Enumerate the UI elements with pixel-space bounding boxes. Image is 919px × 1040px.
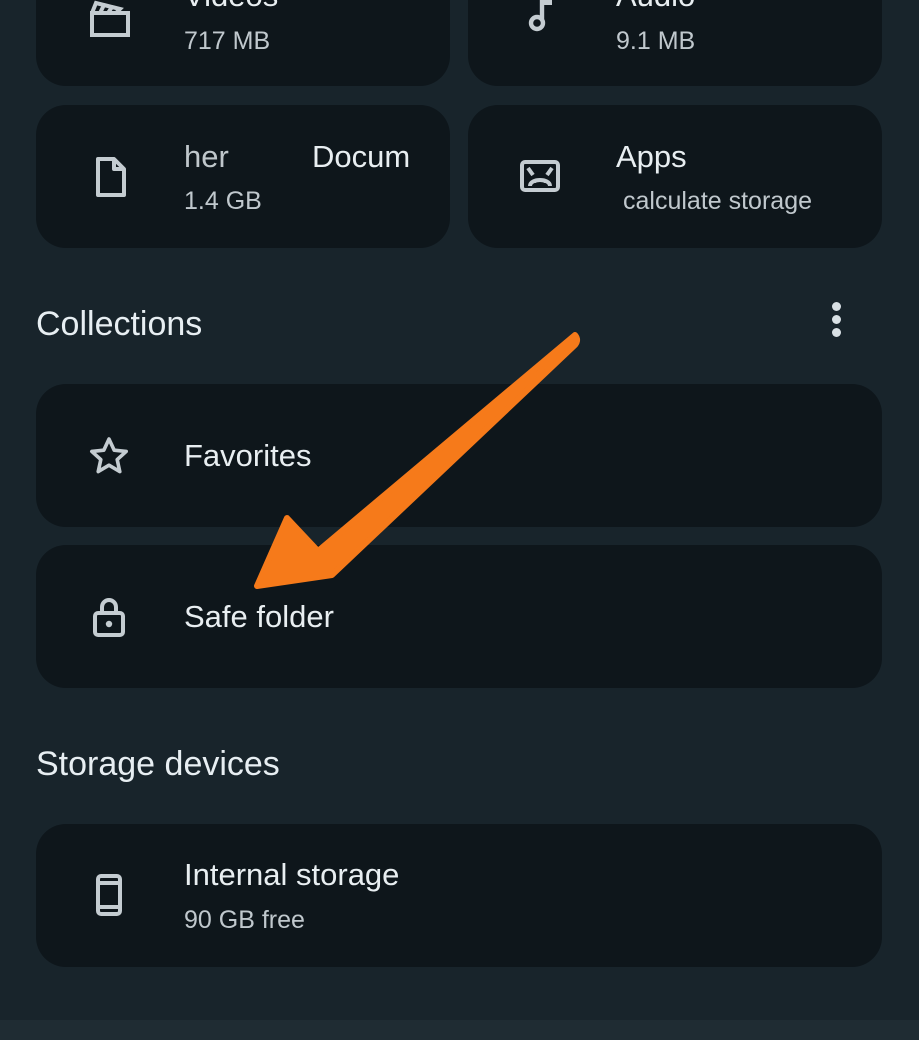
collection-item-favorites[interactable]: Favorites bbox=[36, 384, 882, 527]
collection-label: Safe folder bbox=[184, 599, 334, 634]
menu-dot bbox=[832, 328, 841, 337]
storage-devices-title: Storage devices bbox=[36, 745, 280, 783]
document-icon bbox=[86, 153, 134, 201]
menu-dot bbox=[832, 302, 841, 311]
category-label: Videos bbox=[184, 0, 278, 14]
category-card-documents[interactable]: her Docum 1.4 GB bbox=[36, 105, 450, 248]
storage-item-internal[interactable]: Internal storage 90 GB free bbox=[36, 824, 882, 967]
collections-title: Collections bbox=[36, 305, 203, 343]
collection-item-safe-folder[interactable]: Safe folder bbox=[36, 545, 882, 688]
phone-icon bbox=[85, 871, 133, 919]
music-note-icon bbox=[518, 0, 566, 40]
storage-detail: 90 GB free bbox=[184, 906, 305, 934]
category-size: calculate storage bbox=[623, 187, 813, 215]
category-card-apps[interactable]: Apps calculate storage bbox=[468, 105, 882, 248]
category-label-part: her bbox=[184, 139, 229, 174]
category-label: Audio bbox=[616, 0, 695, 14]
category-label-part: Docum bbox=[312, 139, 411, 174]
storage-label: Internal storage bbox=[184, 857, 400, 892]
lock-icon bbox=[85, 593, 133, 641]
collection-label: Favorites bbox=[184, 438, 312, 473]
menu-dot bbox=[832, 315, 841, 324]
category-size-marquee: calculate storage bbox=[616, 187, 846, 223]
android-icon bbox=[516, 152, 564, 200]
category-size: 1.4 GB bbox=[184, 187, 262, 215]
star-outline-icon bbox=[85, 432, 133, 480]
category-card-audio[interactable]: Audio 9.1 MB bbox=[468, 0, 882, 86]
more-vert-icon[interactable] bbox=[818, 298, 858, 342]
category-label: Apps bbox=[616, 139, 687, 174]
category-size: 9.1 MB bbox=[616, 27, 696, 55]
bottom-navigation-bar bbox=[0, 1020, 919, 1040]
category-label-marquee: her Docum bbox=[184, 139, 414, 179]
movie-icon bbox=[86, 0, 134, 43]
category-size: 717 MB bbox=[184, 27, 271, 55]
category-card-videos[interactable]: Videos 717 MB bbox=[36, 0, 450, 86]
